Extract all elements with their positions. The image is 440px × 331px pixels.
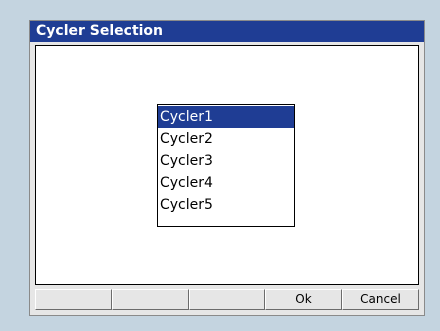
dialog-content-area: Cycler1 Cycler2 Cycler3 Cycler4 Cycler5 [35,45,419,285]
list-item-cycler4[interactable]: Cycler4 [158,172,294,194]
list-item-cycler3[interactable]: Cycler3 [158,150,294,172]
ok-button[interactable]: Ok [265,289,342,310]
button-bar: Ok Cancel [35,289,419,310]
cycler-listbox[interactable]: Cycler1 Cycler2 Cycler3 Cycler4 Cycler5 [157,104,295,227]
list-item-cycler5[interactable]: Cycler5 [158,194,294,216]
cancel-button[interactable]: Cancel [342,289,419,310]
blank-button-1[interactable] [35,289,112,310]
cycler-selection-dialog: Cycler Selection Cycler1 Cycler2 Cycler3… [29,20,425,316]
dialog-title-bar: Cycler Selection [30,21,424,42]
list-item-cycler2[interactable]: Cycler2 [158,128,294,150]
blank-button-2[interactable] [112,289,189,310]
blank-button-3[interactable] [189,289,265,310]
dialog-title: Cycler Selection [36,23,164,39]
list-item-cycler1[interactable]: Cycler1 [158,106,294,128]
